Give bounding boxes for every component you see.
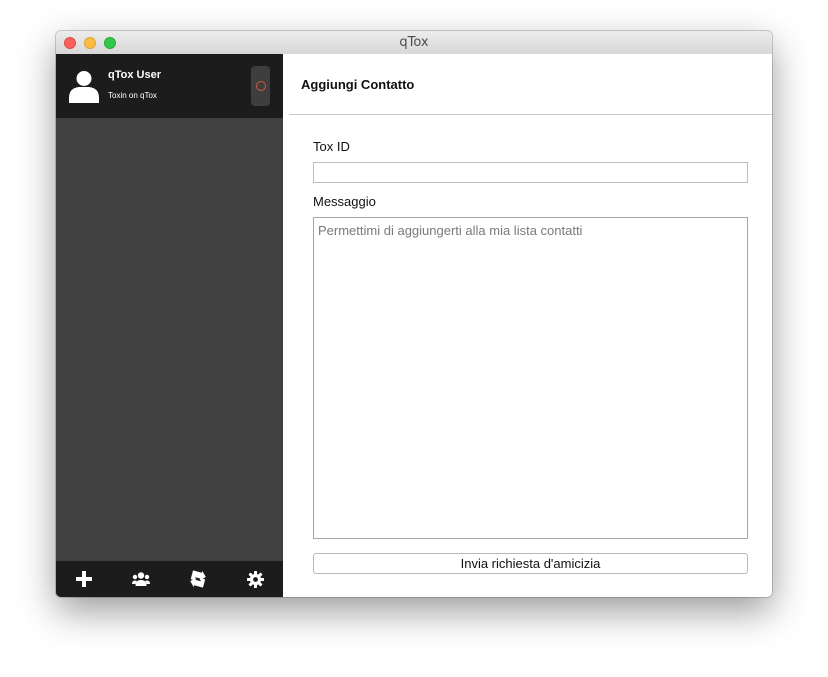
create-group-button[interactable] [113, 561, 169, 597]
page-title: Aggiungi Contatto [301, 77, 415, 92]
title-bar[interactable]: qTox [56, 31, 772, 55]
transfer-icon [190, 570, 206, 588]
tox-id-label: Tox ID [313, 139, 350, 154]
status-offline-icon [256, 81, 266, 91]
message-label: Messaggio [313, 194, 376, 209]
add-contact-button[interactable] [56, 561, 112, 597]
add-contact-panel: Aggiungi Contatto Tox ID Messaggio Invia… [283, 54, 772, 597]
plus-icon [76, 571, 92, 587]
send-friend-request-button[interactable]: Invia richiesta d'amicizia [313, 553, 748, 574]
contact-list[interactable] [56, 118, 283, 561]
profile-status-message[interactable]: Toxin on qTox [108, 91, 157, 100]
profile-name[interactable]: qTox User [108, 69, 161, 81]
sidebar-toolbar [56, 561, 283, 597]
gear-icon [246, 570, 264, 588]
profile-panel: qTox User Toxin on qTox [56, 54, 283, 118]
group-icon [132, 572, 150, 586]
status-button[interactable] [251, 66, 270, 106]
tox-id-input[interactable] [313, 162, 748, 183]
message-input[interactable] [313, 217, 748, 539]
sidebar: qTox User Toxin on qTox [56, 54, 283, 597]
qtox-window: qTox qTox User Toxin on qTox Aggiungi Co… [56, 31, 772, 597]
file-transfers-button[interactable] [170, 561, 226, 597]
window-title: qTox [399, 35, 429, 50]
avatar-icon[interactable] [68, 70, 100, 103]
settings-button[interactable] [227, 561, 283, 597]
header-divider [289, 114, 772, 115]
